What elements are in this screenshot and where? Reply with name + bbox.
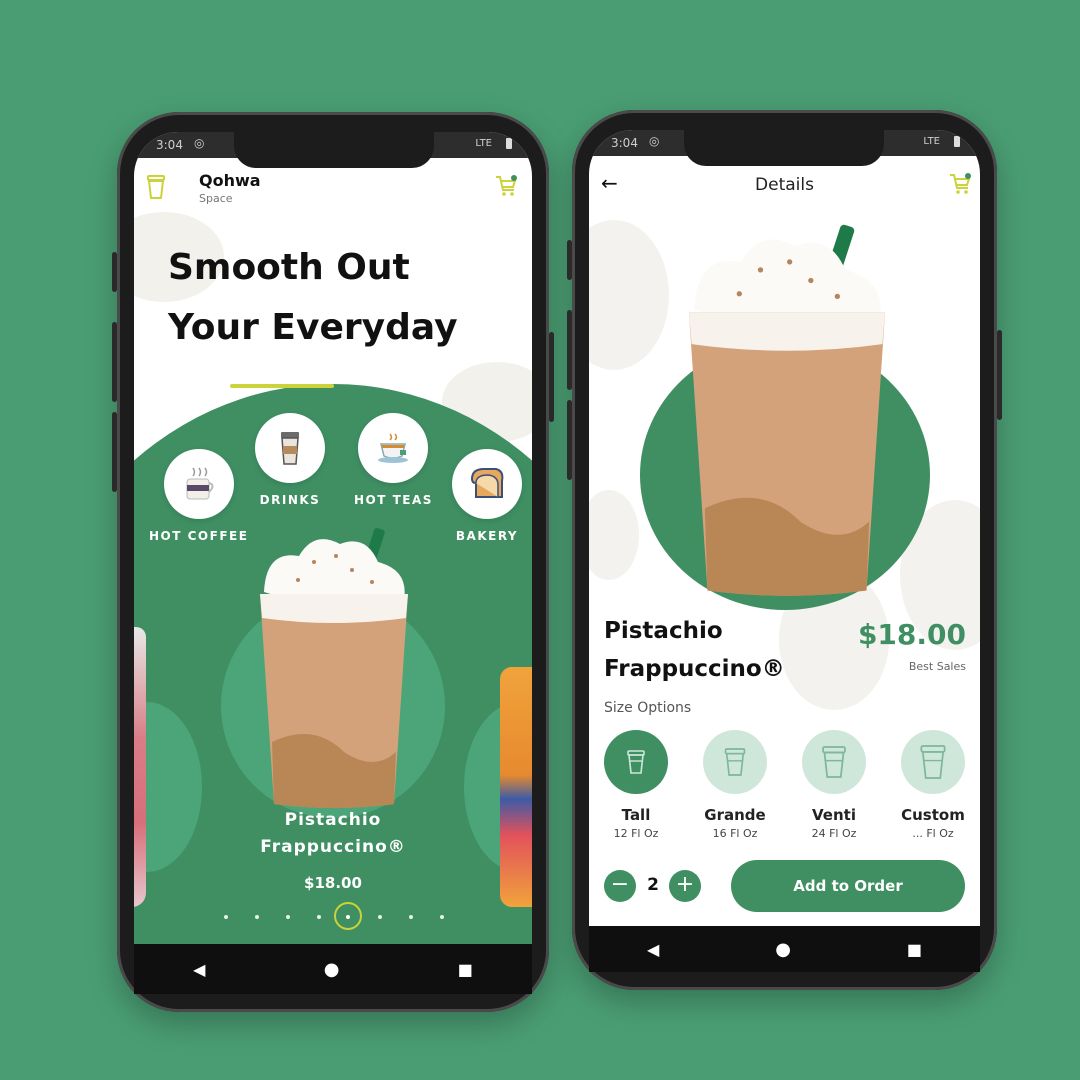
details-screen: 3:04 ◎ LTE ← Details Pistachio Frappucci… [589,130,980,926]
brand-name: Qohwa [199,171,261,190]
product-name-line1: Pistachio [604,618,723,644]
size-options-title: Size Options [604,700,692,716]
nav-recents-button[interactable]: ■ [458,960,473,979]
cup-logo-icon [147,175,165,199]
status-network: LTE [475,138,492,149]
carousel-dot[interactable] [440,915,444,919]
product-name-line2: Frappuccino® [604,656,785,682]
featured-product-name-1: Pistachio [284,810,382,830]
takeaway-cup-icon [281,432,299,465]
featured-product-name-2: Frappuccino® [260,837,406,857]
cup-icon [822,746,846,778]
carousel-dot[interactable] [255,915,259,919]
right-phone: 3:04 ◎ LTE ← Details Pistachio Frappucci… [567,110,1002,990]
coffee-cup-icon [186,467,214,500]
status-network: LTE [923,136,940,147]
notch [684,130,884,166]
hero-title-line2: Your Everyday [168,307,458,348]
quantity-decrease-button[interactable]: − [604,870,636,902]
nav-back-button[interactable]: ◀ [193,960,205,979]
size-volume: ... Fl Oz [912,827,954,840]
category-drinks[interactable]: DRINKS [255,413,325,507]
cart-button[interactable] [948,172,972,196]
featured-product-price: $18.00 [304,874,362,892]
category-label: HOT TEAS [354,493,433,507]
bean-decoration [589,490,639,580]
battery-icon [506,138,512,149]
carousel-dot[interactable] [224,915,228,919]
brand-subtitle: Space [199,192,233,205]
size-name: Tall [621,806,651,824]
nav-back-button[interactable]: ◀ [647,940,659,959]
category-label: DRINKS [259,493,321,507]
hero-title-line1: Smooth Out [168,247,410,288]
size-option-venti[interactable]: Venti 24 Fl Oz [789,730,879,840]
status-sync-icon: ◎ [194,136,205,150]
android-nav-bar: ◀ ● ■ [589,926,980,972]
product-tag: Best Sales [908,660,966,673]
prev-product-image [134,627,146,907]
arc-accent-line [230,384,334,388]
product-image [688,224,886,596]
size-name: Grande [704,806,766,824]
status-sync-icon: ◎ [649,134,660,148]
cup-icon [627,750,645,774]
quantity-increase-button[interactable]: + [669,870,701,902]
carousel-dot[interactable] [317,915,321,919]
category-hot-coffee[interactable]: HOT COFFEE [149,449,248,543]
add-to-order-button[interactable]: Add to Order [731,860,965,912]
cart-button[interactable] [494,174,518,198]
nav-home-button[interactable]: ● [775,939,791,960]
category-label: BAKERY [455,529,519,543]
status-time: 3:04 [156,138,183,152]
category-bakery[interactable]: BAKERY [452,449,522,543]
notch [234,132,434,168]
size-option-tall[interactable]: Tall 12 Fl Oz [591,730,681,840]
carousel-dots[interactable] [134,902,532,932]
featured-product-image[interactable] [254,522,414,812]
carousel-dot[interactable] [378,915,382,919]
cup-icon [920,745,946,779]
carousel-dot[interactable] [286,915,290,919]
home-screen: 3:04 ◎ LTE Qohwa Space Smooth Out Your E… [134,132,532,944]
carousel-dot[interactable] [409,915,413,919]
category-label: HOT COFFEE [149,529,249,543]
status-time: 3:04 [611,136,638,150]
size-name: Custom [901,806,965,824]
next-product-image [500,667,532,907]
battery-icon [954,136,960,147]
nav-recents-button[interactable]: ■ [907,940,922,959]
bean-decoration [589,220,669,370]
nav-home-button[interactable]: ● [324,959,340,980]
size-volume: 16 Fl Oz [712,827,758,840]
cup-icon [724,748,746,776]
size-option-custom[interactable]: Custom ... Fl Oz [888,730,978,840]
size-volume: 24 Fl Oz [811,827,857,840]
product-price: $18.00 [857,618,966,651]
bread-icon [470,468,504,498]
size-option-grande[interactable]: Grande 16 Fl Oz [690,730,780,840]
category-hot-teas[interactable]: HOT TEAS [354,413,433,507]
size-name: Venti [812,806,856,824]
carousel-dot[interactable] [346,915,350,919]
android-nav-bar: ◀ ● ■ [134,944,532,994]
quantity-value: 2 [647,875,659,895]
tea-cup-icon [378,433,409,463]
size-volume: 12 Fl Oz [613,827,659,840]
left-phone: 3:04 ◎ LTE Qohwa Space Smooth Out Your E… [112,112,554,1012]
page-title: Details [755,175,814,195]
